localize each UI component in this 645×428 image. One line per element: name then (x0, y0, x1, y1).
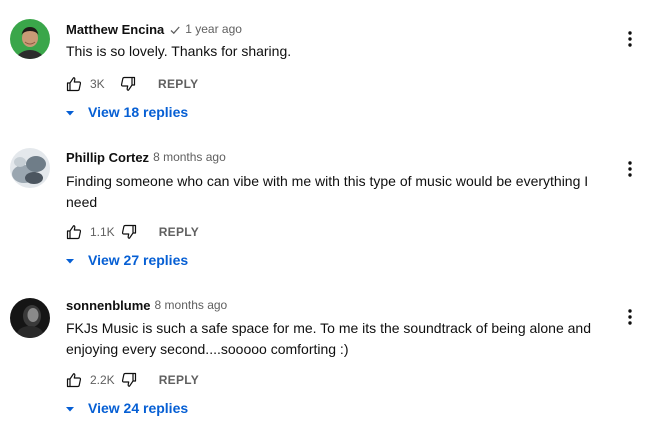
action-bar: 3K REPLY (66, 75, 198, 93)
comment-header: Matthew Encina 1 year ago (66, 20, 242, 38)
action-bar: 1.1K REPLY (66, 223, 199, 241)
author-name[interactable]: Phillip Cortez (66, 150, 149, 165)
comment-text: This is so lovely. Thanks for sharing. (66, 43, 292, 59)
author-name[interactable]: Matthew Encina (66, 22, 164, 37)
comment-header: Phillip Cortez 8 months ago (66, 148, 226, 166)
caret-down-icon (64, 106, 76, 118)
like-count: 2.2K (90, 373, 115, 387)
action-bar: 2.2K REPLY (66, 371, 199, 389)
view-replies-button[interactable]: View 24 replies (64, 398, 188, 418)
avatar[interactable] (10, 148, 50, 188)
timestamp[interactable]: 8 months ago (155, 298, 228, 312)
thumbs-down-icon[interactable] (120, 76, 136, 92)
thumbs-up-icon[interactable] (66, 224, 82, 240)
more-vertical-icon[interactable] (620, 29, 640, 49)
thumbs-up-icon[interactable] (66, 76, 82, 92)
reply-button[interactable]: REPLY (158, 77, 198, 91)
view-replies-label: View 24 replies (88, 400, 189, 416)
comment-header: sonnenblume 8 months ago (66, 296, 227, 314)
view-replies-label: View 27 replies (88, 252, 189, 268)
reply-button[interactable]: REPLY (159, 225, 199, 239)
author-name[interactable]: sonnenblume (66, 298, 151, 313)
view-replies-button[interactable]: View 27 replies (64, 250, 188, 270)
view-replies-label: View 18 replies (88, 104, 189, 120)
like-count: 1.1K (90, 225, 115, 239)
thumbs-down-icon[interactable] (121, 372, 137, 388)
comment-text: Finding someone who can vibe with me wit… (66, 173, 589, 210)
like-count: 3K (90, 77, 105, 91)
more-vertical-icon[interactable] (620, 159, 640, 179)
avatar[interactable] (10, 19, 50, 59)
caret-down-icon (64, 254, 76, 266)
more-vertical-icon[interactable] (620, 307, 640, 327)
timestamp[interactable]: 8 months ago (153, 150, 226, 164)
thumbs-down-icon[interactable] (121, 224, 137, 240)
check-icon (169, 23, 181, 35)
avatar[interactable] (10, 298, 50, 338)
view-replies-button[interactable]: View 18 replies (64, 102, 188, 122)
comment-text: FKJs Music is such a safe space for me. … (66, 320, 592, 357)
caret-down-icon (64, 402, 76, 414)
reply-button[interactable]: REPLY (159, 373, 199, 387)
thumbs-up-icon[interactable] (66, 372, 82, 388)
timestamp[interactable]: 1 year ago (185, 22, 242, 36)
